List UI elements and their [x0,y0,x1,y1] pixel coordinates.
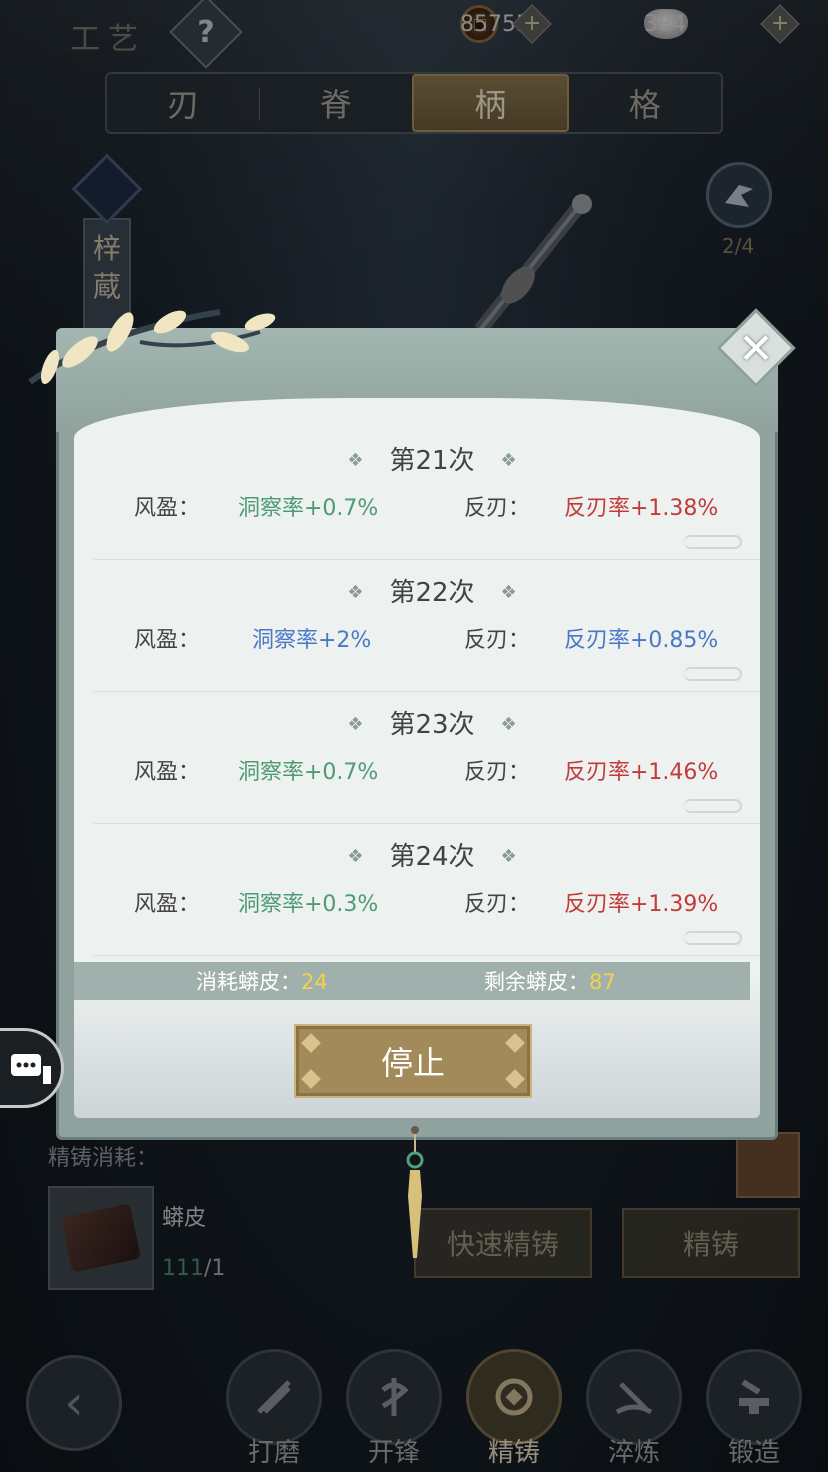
cloud-decoration [684,667,742,681]
diamond-icon: ❖ [347,582,364,603]
entry-row: 风盈： 洞察率+0.7% 反刃： 反刃率+1.38% [94,490,760,524]
attr-label-a: 风盈： [134,892,201,917]
attr-value-b: 反刃率+1.38% [564,496,719,521]
cloud-decoration [684,931,742,945]
diamond-icon: ❖ [347,714,364,735]
attr-value-a: 洞察率+0.7% [238,760,379,785]
attr-label-a: 风盈： [134,628,201,653]
entry-title-text: 第21次 [389,446,475,476]
remaining-value: 87 [589,970,616,994]
attr-label-b: 反刃： [464,628,531,653]
attr-label-a: 风盈： [134,496,201,521]
diamond-icon: ❖ [347,450,364,471]
corner-ornament [301,1033,321,1053]
diamond-icon: ❖ [500,450,517,471]
entry-title: ❖ 第24次 ❖ [94,836,760,873]
diamond-icon: ❖ [500,846,517,867]
entry-title-text: 第24次 [389,842,475,872]
attr-value-b: 反刃率+1.39% [564,892,719,917]
entry-title-text: 第22次 [389,578,475,608]
entry-row: 风盈： 洞察率+0.3% 反刃： 反刃率+1.39% [94,886,760,920]
cloud-decoration [684,799,742,813]
corner-ornament [301,1069,321,1089]
consumed-label: 消耗蟒皮： [196,970,301,994]
branch-decoration-icon [28,309,276,385]
attr-label-b: 反刃： [464,760,531,785]
diamond-icon: ❖ [500,714,517,735]
entry-title-text: 第23次 [389,710,475,740]
attr-label-b: 反刃： [464,892,531,917]
close-icon: ✕ [738,323,774,373]
chat-icon [10,1054,51,1084]
consumed-summary: 消耗蟒皮：24 [196,966,328,996]
results-list[interactable]: ❖ 第21次 ❖ 风盈： 洞察率+0.7% 反刃： 反刃率+1.38% ❖ 第22次 ❖… [94,428,760,990]
list-item: ❖ 第24次 ❖ 风盈： 洞察率+0.3% 反刃： 反刃率+1.39% [94,824,760,956]
remaining-summary: 剩余蟒皮：87 [484,966,616,996]
attr-value-a: 洞察率+2% [252,628,372,653]
tassel-decoration-icon [406,1126,424,1258]
list-item: ❖ 第22次 ❖ 风盈： 洞察率+2% 反刃： 反刃率+0.85% [94,560,760,692]
diamond-icon: ❖ [347,846,364,867]
attr-label-b: 反刃： [464,496,531,521]
stop-button[interactable]: 停止 [294,1024,532,1098]
corner-ornament [505,1033,525,1053]
material-summary-bar: 消耗蟒皮：24 剩余蟒皮：87 [74,962,750,1000]
attr-value-a: 洞察率+0.7% [238,496,379,521]
entry-title: ❖ 第21次 ❖ [94,440,760,477]
attr-value-b: 反刃率+0.85% [564,628,719,653]
list-item: ❖ 第23次 ❖ 风盈： 洞察率+0.7% 反刃： 反刃率+1.46% [94,692,760,824]
attr-label-a: 风盈： [134,760,201,785]
consumed-value: 24 [301,970,328,994]
list-item: ❖ 第21次 ❖ 风盈： 洞察率+0.7% 反刃： 反刃率+1.38% [94,428,760,560]
corner-ornament [505,1069,525,1089]
entry-title: ❖ 第23次 ❖ [94,704,760,741]
entry-title: ❖ 第22次 ❖ [94,572,760,609]
stop-button-label: 停止 [380,1044,445,1082]
attr-value-b: 反刃率+1.46% [564,760,719,785]
cloud-decoration [684,535,742,549]
diamond-icon: ❖ [500,582,517,603]
remaining-label: 剩余蟒皮： [484,970,589,994]
entry-row: 风盈： 洞察率+0.7% 反刃： 反刃率+1.46% [94,754,760,788]
entry-row: 风盈： 洞察率+2% 反刃： 反刃率+0.85% [94,622,760,656]
attr-value-a: 洞察率+0.3% [238,892,379,917]
dialog-paper: ❖ 第21次 ❖ 风盈： 洞察率+0.7% 反刃： 反刃率+1.38% ❖ 第22次 ❖… [74,398,760,1118]
refine-results-dialog: ✕ ❖ 第21次 ❖ 风盈： 洞察率+0.7% 反刃： 反刃率+1.38% ❖ 第22… [28,308,796,1140]
